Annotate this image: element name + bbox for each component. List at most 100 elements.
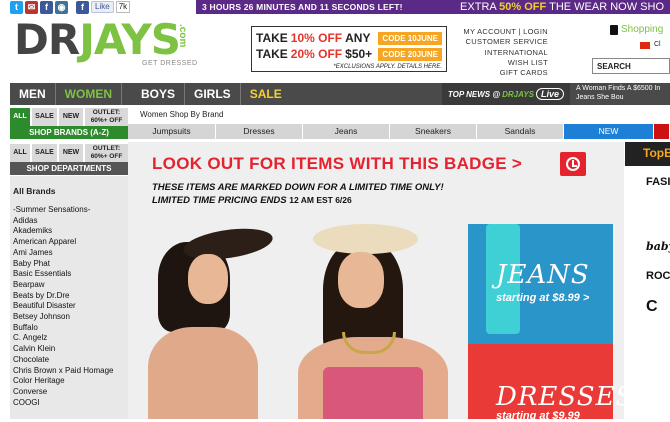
tab-all-brands[interactable]: ALL [10,108,30,126]
facebook-icon[interactable]: f [40,0,53,14]
brand-link[interactable]: COOGI [13,398,126,409]
email-icon[interactable]: ✉ [25,0,38,14]
brand-logo-5[interactable]: C [646,298,658,316]
china-flag-icon[interactable] [640,42,650,49]
promo-sale-text: EXTRA 50% OFF THE WEAR NOW SHO [460,1,664,13]
brand-logo-3[interactable]: baby [646,240,670,253]
category-dresses[interactable]: Dresses [216,124,303,139]
category-new[interactable]: NEW [564,124,654,139]
top-news[interactable]: TOP NEWS @ DRJAYS Live [441,83,570,105]
logo-domain: .com [177,24,188,48]
nav-women[interactable]: WOMEN [56,83,121,105]
brand-link[interactable]: Bearpaw [13,280,126,291]
instagram-icon[interactable]: ◉ [55,0,68,14]
model-face-left [188,254,228,304]
brand-link[interactable]: Adidas [13,216,126,227]
logo-tagline: GET DRESSED [142,60,198,67]
customer-service-link[interactable]: CUSTOMER SERVICE [452,37,548,47]
shopping-label: Shopping [621,24,664,35]
clock-badge-icon [560,152,586,176]
category-sandals[interactable]: Sandals [477,124,564,139]
model-face-right [338,252,384,308]
nav-boys[interactable]: BOYS [132,83,184,105]
hat-right [313,224,418,254]
floral-top [323,367,423,419]
tab-outlet-brands[interactable]: OUTLET: 60%+ OFF [85,108,128,126]
site-logo[interactable]: DRJAYS .com GET DRESSED [14,18,204,74]
search-input[interactable]: SEARCH [592,58,670,74]
like-count: 7k [115,1,131,13]
news-ticker[interactable]: A Woman Finds A $6500 In Jeans She Bou [570,84,670,104]
jeans-subtitle: starting at $8.99 > [496,292,590,304]
brand-link[interactable]: American Apparel [13,237,126,248]
nav-men[interactable]: MEN [10,83,55,105]
shopping-bag-icon [610,24,618,35]
category-jeans[interactable]: Jeans [303,124,390,139]
brand-link[interactable]: Chocolate [13,355,126,366]
category-sneakers[interactable]: Sneakers [390,124,477,139]
tab-sale-brands[interactable]: SALE [32,108,57,126]
brand-link[interactable]: Buffalo [13,323,126,334]
social-bar: t ✉ f ◉ f Like 7k [0,0,200,14]
promo-banner[interactable]: 3 HOURS 26 MINUTES AND 11 SECONDS LEFT! … [196,0,670,14]
tab-new-departments[interactable]: NEW [59,144,83,162]
shop-departments-header[interactable]: SHOP DEPARTMENTS [10,162,128,175]
countdown-timer: 3 HOURS 26 MINUTES AND 11 SECONDS LEFT! [202,2,403,12]
category-extra[interactable] [654,124,670,139]
markdown-line-1: THESE ITEMS ARE MARKED DOWN FOR A LIMITE… [152,182,444,193]
country-label[interactable]: Cl [654,41,661,48]
brand-link[interactable]: Chris Brown x Paid Homage [13,366,126,377]
brand-link[interactable]: Akademiks [13,226,126,237]
brand-link[interactable]: Beautiful Disaster [13,301,126,312]
dresses-promo-panel[interactable]: DRESSES starting at $9.99 [468,344,633,422]
shopping-bag-link[interactable]: Shopping [610,24,663,35]
brand-link[interactable]: Baby Phat [13,259,126,270]
brand-link[interactable]: Betsey Johnson [13,312,126,323]
brand-link[interactable]: Color Heritage [13,376,126,387]
like-button[interactable]: Like [91,1,114,13]
dresses-subtitle: starting at $9.99 [496,410,580,422]
tab-outlet-departments[interactable]: OUTLET: 60%+ OFF [85,144,128,162]
coupon-box[interactable]: TAKE 10% OFF ANY CODE 10JUNE TAKE 20% OFF $5… [251,26,447,72]
jeans-promo-panel[interactable]: JEANS starting at $8.99 > [468,224,613,344]
breadcrumb: Women Shop By Brand [140,110,224,119]
brand-link[interactable]: C. Angelz [13,333,126,344]
brand-link[interactable]: Calvin Klein [13,344,126,355]
coupon-exclusions-link[interactable]: *EXCLUSIONS APPLY. DETAILS HERE. [256,64,442,70]
top-brands-header: TopB [625,142,670,166]
brand-link[interactable]: Converse [13,387,126,398]
twitter-icon[interactable]: t [10,0,23,14]
pricing-end-time: 12 AM EST 6/26 [289,195,352,205]
category-jumpsuits[interactable]: Jumpsuits [128,124,216,139]
international-link[interactable]: INTERNATIONAL [452,48,548,58]
facebook-like-icon[interactable]: f [76,0,89,14]
brand-sidebar: All Brands -Summer Sensations- Adidas Akad… [10,176,128,419]
account-links: MY ACCOUNT | LOGIN CUSTOMER SERVICE INTE… [452,27,548,78]
coupon-code-2: CODE 20JUNE [378,47,442,61]
department-tabs: ALL SALE NEW OUTLET: 60%+ OFF [10,144,128,162]
main-nav: MEN WOMEN BOYS GIRLS SALE TOP NEWS @ DRJ… [10,83,670,105]
tab-all-departments[interactable]: ALL [10,144,30,162]
brand-logo-4[interactable]: ROC [646,270,670,282]
jeans-title: JEANS [496,260,590,290]
category-bar: Jumpsuits Dresses Jeans Sneakers Sandals… [128,124,670,139]
nav-sale[interactable]: SALE [241,83,291,105]
tab-sale-departments[interactable]: SALE [32,144,57,162]
markdown-line-2: LIMITED TIME PRICING ENDS 12 AM EST 6/26 [152,195,352,206]
tab-new-brands[interactable]: NEW [59,108,83,126]
model-body-left [148,327,258,419]
coupon-row-2: TAKE 20% OFF $50+ CODE 20JUNE [256,46,442,62]
shop-brands-header[interactable]: SHOP BRANDS (A-Z) [10,126,128,139]
brand-link[interactable]: Ami James [13,248,126,259]
brand-link[interactable]: Beats by Dr.Dre [13,291,126,302]
all-brands-heading: All Brands [13,186,56,196]
brand-link[interactable]: Basic Essentials [13,269,126,280]
my-account-login-link[interactable]: MY ACCOUNT | LOGIN [452,27,548,37]
gift-cards-link[interactable]: GIFT CARDS [452,68,548,78]
markdown-notice: THESE ITEMS ARE MARKED DOWN FOR A LIMITE… [152,182,444,207]
brand-link[interactable]: -Summer Sensations- [13,205,126,216]
nav-girls[interactable]: GIRLS [185,83,240,105]
coupon-row-1: TAKE 10% OFF ANY CODE 10JUNE [256,30,442,46]
brand-logo-1[interactable]: FASI [646,176,670,188]
wish-list-link[interactable]: WISH LIST [452,58,548,68]
